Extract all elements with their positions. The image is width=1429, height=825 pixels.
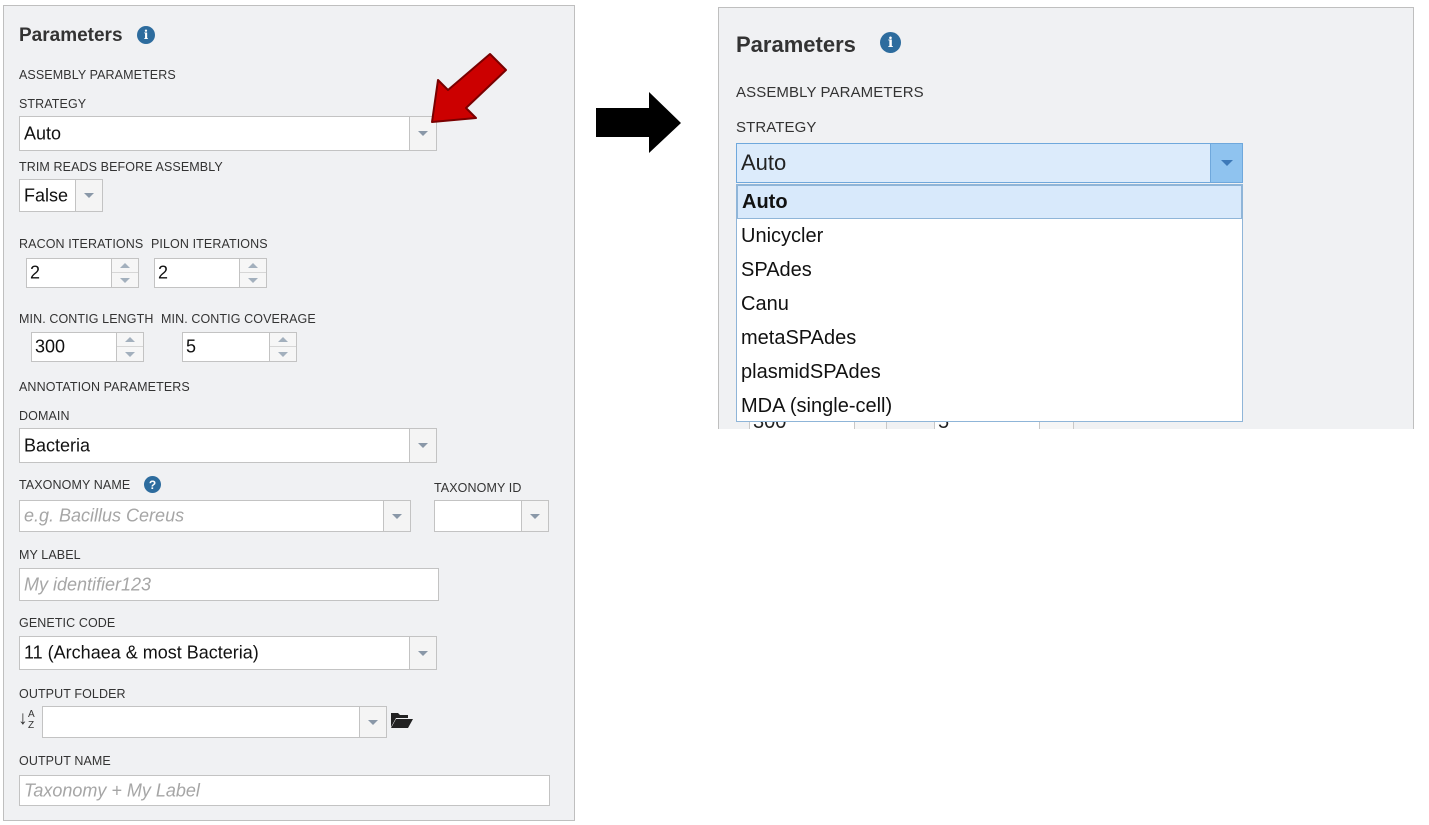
chevron-down-icon [418,443,428,448]
increment-button[interactable] [117,333,143,347]
trim-reads-dropdown-button[interactable] [75,180,102,211]
strategy-value: Auto [741,150,787,175]
chevron-down-icon [278,351,288,357]
panel-title: Parameters [19,25,123,46]
parameters-panel-after: Parameters i ASSEMBLY PARAMETERS STRATEG… [718,7,1414,429]
min-contig-coverage-label: MIN. CONTIG COVERAGE [161,312,316,326]
chevron-up-icon [248,263,258,268]
assembly-parameters-heading: ASSEMBLY PARAMETERS [19,68,176,82]
increment-button[interactable] [240,259,266,273]
panel-title: Parameters [736,32,856,57]
racon-iterations-label: RACON ITERATIONS [19,237,144,251]
chevron-down-icon [530,513,540,519]
trim-reads-value: False [24,185,69,205]
strategy-select[interactable]: Auto [19,116,437,151]
chevron-up-icon [120,263,130,268]
sort-letter-z: Z [28,720,35,731]
chevron-down-icon [1220,160,1233,166]
output-folder-label: OUTPUT FOLDER [19,687,126,701]
min-contig-coverage-value: 5 [186,336,197,357]
min-contig-coverage-stepper[interactable]: 5 [182,332,297,362]
racon-iterations-value: 2 [30,262,41,283]
domain-dropdown-button[interactable] [409,429,436,462]
min-contig-length-value: 300 [35,336,66,357]
taxonomy-name-combo[interactable]: e.g. Bacillus Cereus [19,500,411,532]
pilon-iterations-stepper[interactable]: 2 [154,258,267,288]
option-metaspades[interactable]: metaSPAdes [737,321,1242,355]
chevron-down-icon [248,277,258,283]
chevron-down-icon [418,131,428,136]
decrement-button[interactable] [117,347,143,361]
taxonomy-name-dropdown-button[interactable] [383,501,410,531]
genetic-code-select[interactable]: 11 (Archaea & most Bacteria) [19,636,437,670]
strategy-dropdown-button[interactable] [1210,144,1242,182]
pilon-iterations-value: 2 [158,262,169,283]
chevron-down-icon [125,351,135,357]
increment-button[interactable] [270,333,296,347]
output-folder-combo[interactable] [42,706,387,738]
strategy-label: STRATEGY [19,97,87,111]
genetic-code-label: GENETIC CODE [19,616,116,630]
folder-open-icon[interactable] [390,710,414,730]
racon-iterations-stepper[interactable]: 2 [26,258,139,288]
decrement-button[interactable] [240,273,266,287]
taxonomy-id-label: TAXONOMY ID [434,481,522,495]
chevron-down-icon [84,193,94,198]
chevron-down-icon [120,277,130,283]
option-mda-single-cell[interactable]: MDA (single-cell) [737,389,1242,423]
sort-alpha-icon[interactable]: ↓ A Z [18,708,38,734]
option-canu[interactable]: Canu [737,287,1242,321]
red-pointer-arrow [431,53,507,123]
my-label-placeholder: My identifier123 [24,574,152,594]
option-plasmidspades[interactable]: plasmidSPAdes [737,355,1242,389]
chevron-down-icon [392,513,402,519]
info-icon[interactable]: i [137,26,155,44]
domain-select[interactable]: Bacteria [19,428,437,463]
trim-reads-label: TRIM READS BEFORE ASSEMBLY [19,160,223,174]
decrement-button[interactable] [112,273,138,287]
option-auto[interactable]: Auto [737,185,1242,219]
my-label-input[interactable]: My identifier123 [19,568,439,601]
taxonomy-id-combo[interactable] [434,500,549,532]
pilon-iterations-label: PILON ITERATIONS [151,237,268,251]
info-icon[interactable]: i [880,32,901,53]
chevron-down-icon [418,650,428,656]
domain-value: Bacteria [24,435,91,455]
domain-label: DOMAIN [19,409,70,423]
assembly-parameters-heading: ASSEMBLY PARAMETERS [736,84,924,101]
my-label-label: MY LABEL [19,548,81,562]
chevron-up-icon [125,337,135,342]
genetic-code-value: 11 (Archaea & most Bacteria) [24,642,259,663]
option-spades[interactable]: SPAdes [737,253,1242,287]
min-contig-length-stepper[interactable]: 300 [31,332,144,362]
taxonomy-name-label: TAXONOMY NAME [19,478,131,492]
sort-arrow: ↓ [18,708,28,729]
genetic-code-dropdown-button[interactable] [409,637,436,669]
trim-reads-select[interactable]: False [19,179,103,212]
strategy-select-open[interactable]: Auto [736,143,1243,183]
output-folder-dropdown-button[interactable] [359,707,386,737]
output-name-input[interactable]: Taxonomy + My Label [19,775,550,806]
option-unicycler[interactable]: Unicycler [737,219,1242,253]
help-icon[interactable]: ? [144,476,161,493]
parameters-panel-before: Parameters i ASSEMBLY PARAMETERS STRATEG… [3,5,575,821]
taxonomy-name-placeholder: e.g. Bacillus Cereus [24,505,185,526]
annotation-parameters-heading: ANNOTATION PARAMETERS [19,380,190,394]
strategy-options-menu: Auto Unicycler SPAdes Canu metaSPAdes pl… [736,184,1243,422]
strategy-value: Auto [24,123,62,143]
output-name-label: OUTPUT NAME [19,754,111,768]
chevron-up-icon [278,337,288,342]
taxonomy-id-dropdown-button[interactable] [521,501,548,531]
min-contig-length-label: MIN. CONTIG LENGTH [19,312,154,326]
output-name-placeholder: Taxonomy + My Label [24,780,200,800]
increment-button[interactable] [112,259,138,273]
decrement-button[interactable] [270,347,296,361]
strategy-label: STRATEGY [736,119,817,136]
sort-letter-a: A [28,709,35,720]
chevron-down-icon [368,719,378,725]
black-right-arrow [596,92,681,153]
